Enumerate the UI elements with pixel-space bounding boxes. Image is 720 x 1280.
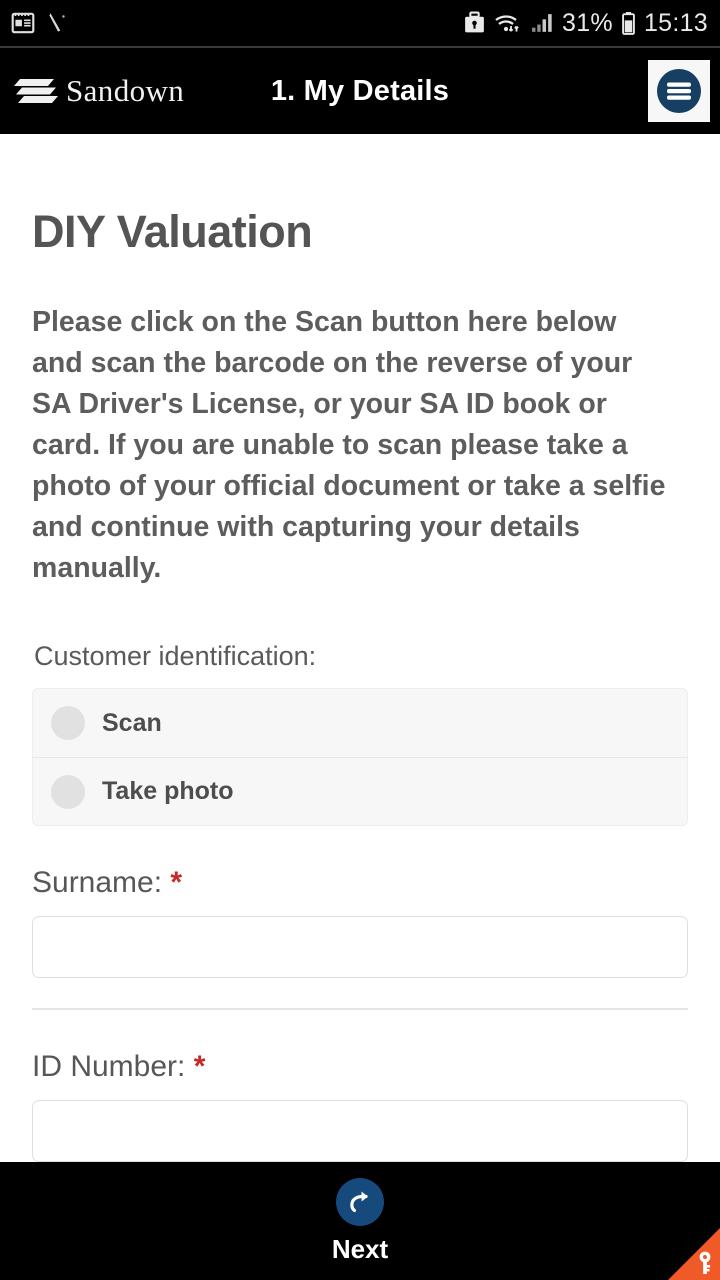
hamburger-menu-icon	[657, 69, 701, 113]
required-asterisk: *	[170, 866, 183, 899]
radio-option-scan[interactable]: Scan	[33, 689, 687, 757]
id-number-label: ID Number: *	[32, 1050, 720, 1084]
key-icon	[699, 1251, 711, 1274]
cellular-signal-icon	[532, 13, 552, 32]
intro-paragraph: Please click on the Scan button here bel…	[32, 306, 666, 584]
sandown-stripes-logo-icon	[14, 79, 58, 103]
radio-option-take-photo[interactable]: Take photo	[33, 757, 687, 825]
required-asterisk: *	[193, 1050, 206, 1083]
customer-identification-label: Customer identification:	[34, 641, 317, 671]
radio-circle-icon[interactable]	[51, 774, 85, 809]
section-divider	[32, 1008, 688, 1010]
battery-icon	[622, 11, 635, 35]
next-button-label: Next	[331, 1233, 389, 1264]
form-content: DIY Valuation Please click on the Scan b…	[0, 134, 720, 1280]
bottom-navigation-bar: Next	[0, 1162, 720, 1280]
page-title: DIY Valuation	[32, 206, 313, 257]
surname-input[interactable]	[32, 916, 688, 978]
id-number-label-text: ID Number:	[32, 1050, 186, 1083]
radio-option-label: Take photo	[102, 777, 234, 805]
brand-name: Sandown	[66, 73, 185, 108]
radio-circle-icon[interactable]	[51, 706, 85, 740]
forward-arrow-icon	[350, 1191, 368, 1212]
wifi-transfer-icon	[495, 14, 519, 32]
app-bar: Sandown 1. My Details	[0, 48, 720, 134]
corner-flag[interactable]	[668, 1228, 720, 1280]
status-bar: 31% 15:13	[0, 0, 720, 48]
status-bar-right-icons: 31% 15:13	[463, 9, 708, 38]
pen-slash-icon	[49, 13, 65, 32]
status-bar-left-icons	[10, 10, 68, 36]
id-number-input[interactable]	[32, 1100, 688, 1162]
brand[interactable]: Sandown	[14, 73, 184, 109]
hamburger-menu-button[interactable]	[648, 60, 710, 122]
battery-percent-label: 31%	[562, 8, 613, 37]
app-screen: 31% 15:13 Sandown 1. My Details DIY Valu…	[0, 0, 720, 1280]
surname-label: Surname: *	[32, 866, 720, 900]
corner-triangle	[668, 1228, 720, 1280]
next-button[interactable]	[336, 1177, 384, 1226]
radio-option-label: Scan	[102, 708, 162, 737]
clock-label: 15:13	[643, 8, 708, 37]
customer-identification-options: Scan Take photo	[32, 688, 688, 826]
work-profile-briefcase-icon	[465, 11, 484, 32]
news-notepad-icon	[11, 12, 35, 34]
surname-label-text: Surname:	[32, 866, 163, 899]
